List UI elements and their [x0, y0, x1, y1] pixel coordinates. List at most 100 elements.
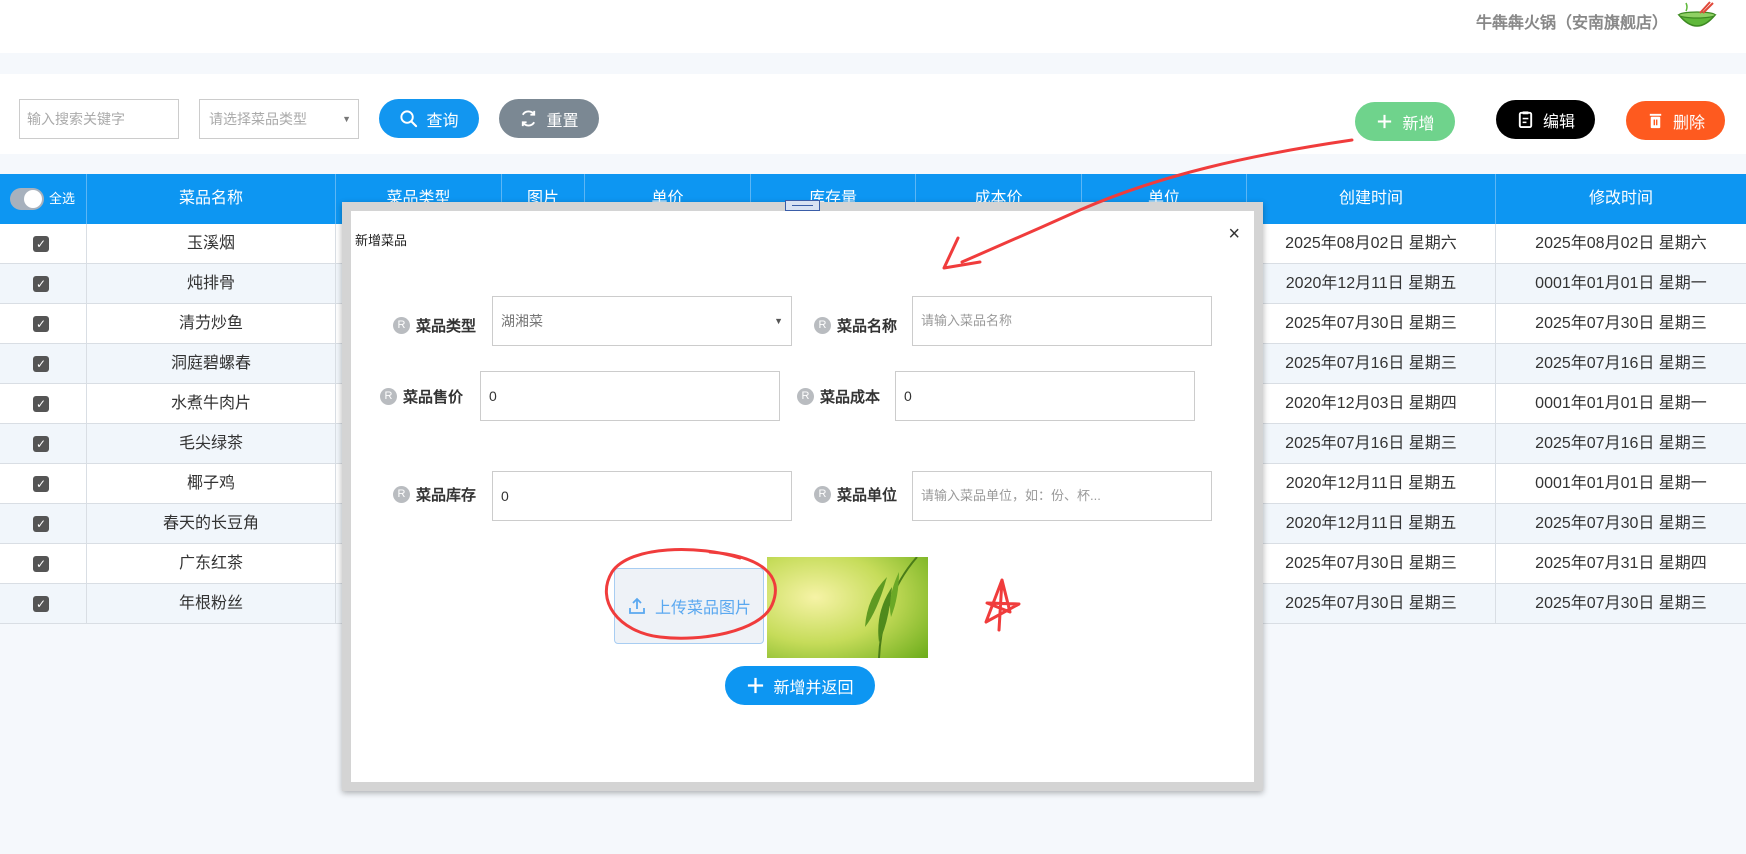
delete-button[interactable]: 删除	[1626, 101, 1725, 140]
cell-created-time: 2025年07月30日 星期三	[1247, 544, 1496, 584]
row-checkbox[interactable]: ✓	[33, 276, 49, 292]
row-checkbox[interactable]: ✓	[33, 516, 49, 532]
clipboard-edit-icon	[1518, 111, 1533, 129]
row-select-cell: ✓	[0, 584, 87, 624]
required-icon: R	[797, 388, 814, 405]
row-checkbox[interactable]: ✓	[33, 476, 49, 492]
row-select-cell: ✓	[0, 424, 87, 464]
cell-modified-time: 2025年07月30日 星期三	[1535, 595, 1707, 612]
cell-created-time: 2020年12月11日 星期五	[1247, 504, 1496, 544]
dish-name-label: R 菜品名称	[814, 315, 897, 336]
dish-stock-label: R 菜品库存	[393, 484, 476, 505]
search-icon	[400, 110, 418, 128]
edit-button[interactable]: 编辑	[1496, 100, 1595, 139]
dish-type-placeholder: 请选择菜品类型	[209, 111, 307, 127]
cell-created-time: 2020年12月11日 星期五	[1247, 464, 1496, 504]
close-icon[interactable]: ×	[1228, 223, 1240, 246]
cell-dish-name: 洞庭碧螺春	[87, 344, 336, 384]
add-button[interactable]: 新增	[1355, 102, 1455, 141]
cell-modified-time: 0001年01月01日 星期一	[1535, 275, 1707, 292]
drag-handle[interactable]	[785, 200, 820, 211]
row-checkbox[interactable]: ✓	[33, 436, 49, 452]
row-checkbox[interactable]: ✓	[33, 356, 49, 372]
dish-cost-label: R 菜品成本	[797, 386, 880, 407]
dish-type-field[interactable]: 湖湘菜 ▼	[492, 296, 792, 346]
query-label: 查询	[426, 112, 459, 130]
header-modified-time[interactable]: 修改时间	[1496, 174, 1746, 224]
cell-modified-time: 0001年01月01日 星期一	[1535, 475, 1707, 492]
add-label: 新增	[1402, 115, 1435, 133]
cell-created-time: 2020年12月11日 星期五	[1247, 264, 1496, 304]
row-select-cell: ✓	[0, 344, 87, 384]
dish-cost-label-text: 菜品成本	[820, 389, 881, 406]
dish-stock-field[interactable]: 0	[492, 471, 792, 521]
edit-label: 编辑	[1542, 113, 1575, 131]
dish-type-label: R 菜品类型	[393, 315, 476, 336]
row-checkbox[interactable]: ✓	[33, 316, 49, 332]
cell-dish-name: 毛尖绿茶	[87, 424, 336, 464]
dish-type-select[interactable]: 请选择菜品类型 ▼	[199, 99, 359, 139]
header-dish-name[interactable]: 菜品名称	[87, 174, 336, 224]
required-icon: R	[393, 317, 410, 334]
cell-modified-time: 2025年08月02日 星期六	[1535, 235, 1707, 252]
row-checkbox[interactable]: ✓	[33, 396, 49, 412]
dialog-title: 新增菜品	[355, 233, 408, 248]
cell-created-time: 2025年07月16日 星期三	[1247, 344, 1496, 384]
cell-modified-time: 2025年07月31日 星期四	[1535, 555, 1707, 572]
upload-image-label: 上传菜品图片	[654, 600, 751, 617]
dish-price-label: R 菜品售价	[380, 386, 463, 407]
trash-icon	[1649, 113, 1662, 129]
search-input[interactable]: 输入搜索关键字	[19, 99, 179, 139]
row-select-cell: ✓	[0, 544, 87, 584]
dish-price-label-text: 菜品售价	[403, 389, 464, 406]
cell-dish-name: 春天的长豆角	[87, 504, 336, 544]
dish-type-value: 湖湘菜	[501, 313, 543, 329]
required-icon: R	[814, 486, 831, 503]
dish-name-field[interactable]: 请输入菜品名称	[912, 296, 1212, 346]
row-checkbox[interactable]: ✓	[33, 236, 49, 252]
caret-down-icon: ▼	[774, 316, 783, 326]
row-select-cell: ✓	[0, 464, 87, 504]
row-checkbox[interactable]: ✓	[33, 556, 49, 572]
cell-created-time: 2025年07月30日 星期三	[1247, 584, 1496, 624]
select-all-label: 全选	[49, 191, 76, 206]
cell-dish-name: 广东红茶	[87, 544, 336, 584]
upload-image-button[interactable]: 上传菜品图片	[614, 568, 764, 644]
required-icon: R	[380, 388, 397, 405]
plus-icon	[1378, 114, 1392, 129]
refresh-icon	[522, 110, 536, 127]
query-button[interactable]: 查询	[379, 99, 479, 138]
image-preview	[767, 557, 928, 658]
cell-dish-name: 水煮牛肉片	[87, 384, 336, 424]
select-all-cell[interactable]: 全选	[0, 174, 87, 224]
row-select-cell: ✓	[0, 224, 87, 264]
dish-unit-field[interactable]: 请输入菜品单位，如：份、杯...	[912, 471, 1212, 521]
cell-dish-name: 清芀炒鱼	[87, 304, 336, 344]
dish-stock-label-text: 菜品库存	[416, 487, 477, 504]
delete-label: 删除	[1672, 114, 1705, 132]
cell-modified-time: 0001年01月01日 星期一	[1535, 395, 1707, 412]
cell-modified-time: 2025年07月30日 星期三	[1535, 515, 1707, 532]
hotpot-bowl-icon	[1676, 1, 1718, 35]
dish-cost-field[interactable]: 0	[895, 371, 1195, 421]
row-select-cell: ✓	[0, 504, 87, 544]
add-and-return-button[interactable]: 新增并返回	[725, 666, 875, 705]
cell-created-time: 2020年12月03日 星期四	[1247, 384, 1496, 424]
add-and-return-label: 新增并返回	[773, 679, 854, 697]
cell-dish-name: 玉溪烟	[87, 224, 336, 264]
dish-price-field[interactable]: 0	[480, 371, 780, 421]
row-select-cell: ✓	[0, 264, 87, 304]
header-created-time[interactable]: 创建时间	[1247, 174, 1496, 224]
select-all-toggle[interactable]	[10, 188, 44, 210]
cell-modified-time: 2025年07月16日 星期三	[1535, 355, 1707, 372]
reset-button[interactable]: 重置	[499, 99, 599, 138]
dish-type-label-text: 菜品类型	[416, 318, 477, 335]
dish-name-label-text: 菜品名称	[837, 318, 898, 335]
row-select-cell: ✓	[0, 384, 87, 424]
caret-down-icon: ▼	[342, 114, 351, 124]
required-icon: R	[814, 317, 831, 334]
dish-unit-label: R 菜品单位	[814, 484, 897, 505]
row-checkbox[interactable]: ✓	[33, 596, 49, 612]
required-icon: R	[393, 486, 410, 503]
plus-icon	[748, 677, 764, 694]
